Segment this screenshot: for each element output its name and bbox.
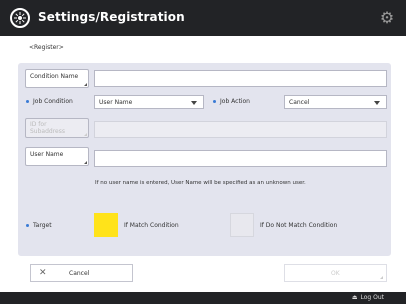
target-row-label: Target	[26, 222, 52, 229]
gear-icon[interactable]: ⚙	[378, 9, 396, 27]
required-dot-icon	[213, 100, 216, 103]
user-name-note: If no user name is entered, User Name wi…	[95, 180, 306, 186]
corner-arrow-icon	[84, 133, 87, 136]
close-icon: ✕	[39, 268, 47, 278]
job-action-label: Job Action	[220, 98, 250, 105]
chevron-down-icon	[191, 101, 197, 105]
condition-name-label: Condition Name	[30, 73, 79, 80]
if-match-color-swatch[interactable]	[94, 213, 118, 237]
logout-icon: ⏏	[351, 294, 358, 301]
user-name-field[interactable]	[94, 150, 387, 167]
id-subaddress-field[interactable]	[94, 121, 387, 138]
corner-arrow-icon	[84, 83, 87, 86]
logout-button[interactable]: ⏏ Log Out	[352, 294, 384, 301]
job-condition-select[interactable]: User Name	[94, 95, 204, 109]
job-action-value: Cancel	[289, 99, 310, 106]
ok-label: OK	[331, 270, 340, 277]
if-not-match-label: If Do Not Match Condition	[260, 222, 338, 229]
job-condition-value: User Name	[99, 99, 133, 106]
if-match-label: If Match Condition	[124, 222, 179, 229]
chevron-down-icon	[374, 101, 380, 105]
breadcrumb: <Register>	[29, 44, 64, 51]
status-bar: ⏏ Log Out	[0, 292, 406, 304]
condition-name-button[interactable]: Condition Name	[25, 69, 89, 88]
logout-label: Log Out	[360, 294, 384, 301]
job-action-row-label: Job Action	[213, 98, 250, 105]
target-label: Target	[33, 222, 52, 229]
cancel-label: Cancel	[69, 270, 90, 277]
if-not-match-color-swatch[interactable]	[230, 213, 254, 237]
job-action-select[interactable]: Cancel	[284, 95, 387, 109]
title-bar: Settings/Registration ⚙	[0, 0, 406, 36]
page-title: Settings/Registration	[38, 10, 185, 24]
job-condition-row-label: Job Condition	[26, 98, 73, 105]
job-condition-label: Job Condition	[33, 98, 73, 105]
id-subaddress-button[interactable]: ID for Subaddress	[25, 118, 89, 138]
corner-arrow-icon	[84, 161, 87, 164]
user-name-label: User Name	[30, 151, 64, 158]
cancel-button[interactable]: ✕ Cancel	[30, 264, 133, 282]
user-name-button[interactable]: User Name	[25, 147, 89, 166]
condition-name-field[interactable]	[94, 70, 387, 87]
corner-arrow-icon	[380, 276, 383, 279]
ok-button[interactable]: OK	[284, 264, 387, 282]
required-dot-icon	[26, 100, 29, 103]
required-dot-icon	[26, 224, 29, 227]
settings-wheel-icon	[10, 8, 30, 28]
id-subaddress-label: ID for Subaddress	[30, 121, 65, 135]
